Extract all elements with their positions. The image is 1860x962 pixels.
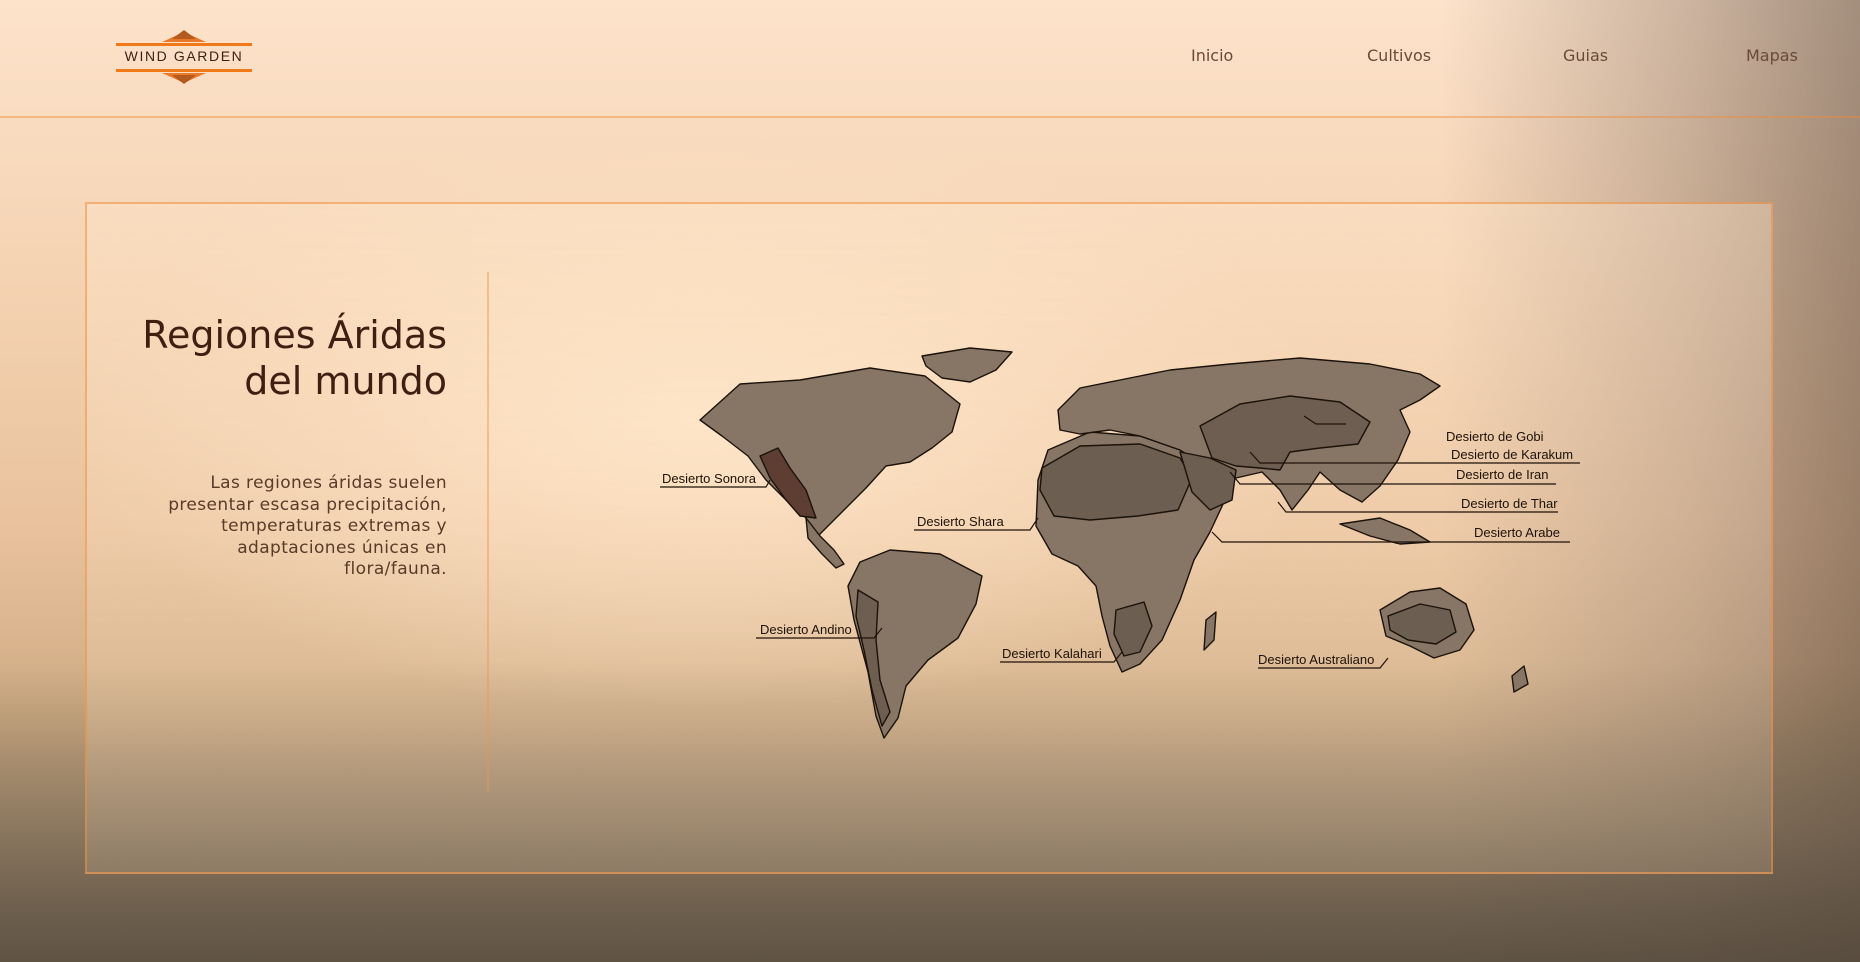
label-desierto-arabe: Desierto Arabe bbox=[1474, 525, 1560, 540]
nav-link-guias[interactable]: Guias bbox=[1563, 46, 1608, 65]
desert-sahara-region bbox=[1039, 443, 1193, 521]
label-desierto-karakum: Desierto de Karakum bbox=[1451, 447, 1573, 462]
continent-new-zealand bbox=[1511, 665, 1529, 693]
nav-link-inicio[interactable]: Inicio bbox=[1191, 46, 1233, 65]
label-desierto-iran: Desierto de Iran bbox=[1456, 467, 1549, 482]
continent-north-america bbox=[699, 367, 961, 539]
world-desert-map: Desierto Sonora Desierto Shara Desierto … bbox=[660, 347, 1580, 739]
label-desierto-gobi: Desierto de Gobi bbox=[1446, 429, 1544, 444]
page-description: Las regiones áridas suelen presentar esc… bbox=[168, 473, 447, 579]
title-line-2: del mundo bbox=[244, 359, 447, 403]
nav-link-mapas[interactable]: Mapas bbox=[1746, 46, 1798, 65]
brand-logo[interactable]: WIND GARDEN bbox=[116, 30, 254, 86]
islands-southeast-asia bbox=[1339, 517, 1431, 545]
brand-name: WIND GARDEN bbox=[124, 48, 244, 64]
continent-greenland bbox=[921, 347, 1013, 383]
site-header: WIND GARDEN Inicio Cultivos Guias Mapas bbox=[0, 0, 1860, 118]
logo-bar-top bbox=[116, 43, 252, 46]
label-desierto-andino: Desierto Andino bbox=[760, 622, 852, 637]
page-title: Regiones Áridas del mundo bbox=[110, 312, 447, 404]
label-desierto-kalahari: Desierto Kalahari bbox=[1002, 646, 1102, 661]
nav-link-cultivos[interactable]: Cultivos bbox=[1367, 46, 1431, 65]
label-desierto-australiano: Desierto Australiano bbox=[1258, 652, 1374, 667]
title-line-1: Regiones Áridas bbox=[142, 313, 447, 357]
logo-mountain-peak-icon bbox=[172, 30, 196, 39]
label-desierto-sonora: Desierto Sonora bbox=[662, 471, 757, 486]
logo-reflection-peak-icon bbox=[172, 75, 196, 84]
continent-madagascar bbox=[1203, 611, 1217, 651]
logo-bar-bottom bbox=[116, 69, 252, 72]
label-desierto-thar: Desierto de Thar bbox=[1461, 496, 1558, 511]
label-desierto-shara: Desierto Shara bbox=[917, 514, 1004, 529]
card-divider bbox=[487, 272, 489, 792]
